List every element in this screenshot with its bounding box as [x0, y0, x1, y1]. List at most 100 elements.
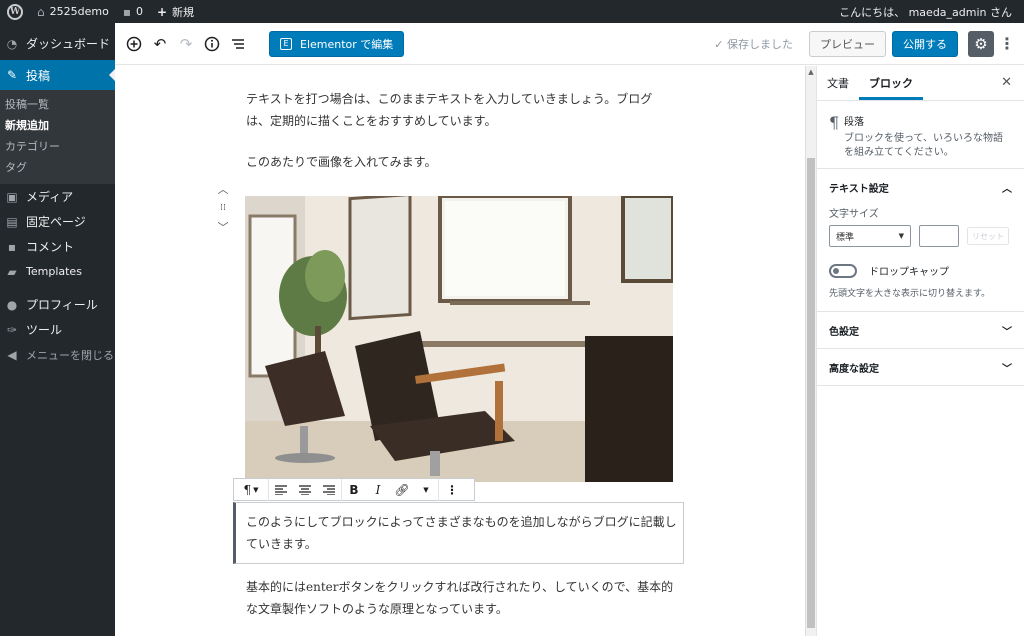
block-toolbar: ¶ ▼ B I 🔗︎ ▼ ⋮ — [233, 478, 475, 501]
sidebar-item-label: ダッシュボード — [26, 37, 111, 51]
sidebar-item-label: コメント — [26, 240, 75, 254]
color-settings-panel: 色設定 ﹀ — [817, 312, 1024, 349]
bold-button[interactable]: B — [342, 479, 366, 501]
chevron-down-icon: ﹀ — [1002, 326, 1012, 338]
gear-icon: ⚙ — [974, 34, 988, 53]
wrench-icon: ✑ — [6, 322, 18, 337]
sidebar-item-tools[interactable]: ✑ ツール — [0, 317, 115, 342]
salon-photo — [245, 196, 673, 482]
align-center-icon — [299, 484, 311, 495]
block-navigation-button[interactable] — [225, 31, 251, 57]
sidebar-item-comments[interactable]: ▪ コメント — [0, 234, 115, 259]
submenu-item-tags[interactable]: タグ — [0, 157, 115, 178]
settings-button[interactable]: ⚙ — [968, 30, 994, 57]
block-options-button[interactable]: ⋮ — [439, 479, 465, 501]
sidebar-item-posts[interactable]: ✎ 投稿 — [0, 60, 115, 90]
align-right-button[interactable] — [317, 479, 341, 501]
drop-cap-help: 先頭文字を大きな表示に切り替えます。 — [829, 289, 991, 299]
account-menu[interactable]: こんにちは、 maeda_admin さん — [832, 0, 1024, 23]
redo-button[interactable]: ↷ — [173, 31, 199, 57]
paragraph-block[interactable]: このあたりで画像を入れてみます。 — [246, 151, 676, 173]
add-block-button[interactable] — [121, 31, 147, 57]
wordpress-logo-button[interactable]: W — [0, 0, 30, 23]
comment-icon: ▪ — [122, 4, 131, 19]
link-icon: 🔗︎ — [394, 482, 410, 497]
new-label: 新規 — [172, 5, 195, 19]
color-settings-toggle[interactable]: 色設定 ﹀ — [817, 312, 1024, 348]
publish-button[interactable]: 公開する — [892, 30, 958, 57]
sidebar-item-label: メディア — [26, 190, 74, 204]
new-content-link[interactable]: + 新規 — [150, 0, 201, 23]
chevron-down-icon: ﹀ — [217, 221, 229, 234]
chevron-down-icon: ﹀ — [1002, 363, 1012, 375]
sidebar-item-pages[interactable]: ▤ 固定ページ — [0, 209, 115, 234]
content-scrollbar[interactable]: ▲ — [805, 66, 816, 636]
site-name-link[interactable]: ⌂ 2525demo — [30, 0, 116, 23]
scroll-up-arrow[interactable]: ▲ — [806, 66, 816, 78]
italic-button[interactable]: I — [366, 479, 390, 501]
collapse-menu-button[interactable]: ◀ メニューを閉じる — [0, 342, 115, 367]
undo-button[interactable]: ↶ — [147, 31, 173, 57]
collapse-menu-label: メニューを閉じる — [26, 348, 114, 362]
more-options-button[interactable]: ⋮ — [998, 31, 1016, 57]
greeting-text: こんにちは、 maeda_admin さん — [839, 5, 1012, 19]
block-mover: ︿ ⁞⁞ ﹀ — [215, 180, 231, 237]
more-formatting-button[interactable]: ▼ — [414, 479, 438, 501]
font-size-value: 標準 — [836, 232, 855, 243]
preview-button[interactable]: プレビュー — [809, 30, 886, 57]
align-center-button[interactable] — [293, 479, 317, 501]
submenu-item-categories[interactable]: カテゴリー — [0, 136, 115, 157]
sidebar-item-media[interactable]: ▣ メディア — [0, 184, 115, 209]
add-block-icon — [126, 36, 142, 51]
comments-link[interactable]: ▪ 0 — [116, 0, 150, 23]
content-info-button[interactable] — [199, 31, 225, 57]
submenu-item-all-posts[interactable]: 投稿一覧 — [0, 94, 115, 115]
advanced-settings-toggle[interactable]: 高度な設定 ﹀ — [817, 349, 1024, 385]
caret-down-icon: ▼ — [253, 485, 259, 494]
more-vertical-icon: ⋮ — [446, 482, 458, 497]
image-block[interactable] — [245, 196, 673, 482]
comment-icon: ▪ — [7, 239, 17, 254]
home-icon: ⌂ — [37, 4, 45, 19]
sidebar-item-templates[interactable]: ▰ Templates — [0, 259, 115, 284]
elementor-button-label: Elementor で編集 — [300, 37, 394, 51]
custom-font-size-input[interactable] — [919, 225, 959, 247]
move-down-button[interactable]: ﹀ — [215, 218, 231, 237]
scrollbar-thumb[interactable] — [807, 158, 815, 628]
dashboard-icon: ◔ — [6, 36, 18, 51]
selected-paragraph-block[interactable]: このようにしてブロックによってさまざまなものを追加しながらブログに記載していきま… — [233, 502, 684, 564]
block-type-switcher[interactable]: ¶ ▼ — [234, 479, 268, 501]
list-icon — [232, 38, 244, 49]
sidebar-item-profile[interactable]: ● プロフィール — [0, 292, 115, 317]
check-icon: ✓ — [714, 37, 724, 51]
admin-bar: W ⌂ 2525demo ▪ 0 + 新規 こんにちは、 maeda_admin… — [0, 0, 1024, 23]
elementor-icon: E — [280, 37, 292, 50]
drop-cap-toggle[interactable] — [829, 263, 857, 278]
edit-with-elementor-button[interactable]: E Elementor で編集 — [269, 30, 405, 57]
tab-document[interactable]: 文書 — [817, 65, 859, 100]
paragraph-block[interactable]: 基本的にはenterボタンをクリックすれば改行されたり、していくので、基本的な文… — [246, 576, 676, 620]
pages-icon: ▤ — [6, 214, 18, 229]
settings-tabs: 文書 ブロック ✕ — [817, 66, 1024, 101]
move-up-button[interactable]: ︿ — [215, 180, 231, 199]
submenu-item-add-new[interactable]: 新規追加 — [0, 115, 115, 136]
drag-handle[interactable]: ⁞⁞ — [215, 199, 231, 218]
align-left-button[interactable] — [269, 479, 293, 501]
sidebar-item-label: 固定ページ — [26, 215, 86, 229]
block-card-title: 段落 — [844, 117, 864, 128]
reset-font-size-button[interactable]: リセット — [967, 227, 1009, 245]
block-card: ¶ 段落 ブロックを使って、いろいろな物語を組み立ててください。 — [817, 101, 1024, 169]
wordpress-logo-icon: W — [7, 3, 23, 20]
saved-status: ✓ 保存しました — [714, 36, 793, 52]
close-settings-button[interactable]: ✕ — [1001, 75, 1012, 90]
tab-block[interactable]: ブロック — [859, 65, 923, 100]
drag-handle-icon: ⁞⁞ — [220, 203, 226, 213]
paragraph-block[interactable]: テキストを打つ場合は、このままテキストを入力していきましょう。ブログは、定期的に… — [246, 88, 676, 132]
link-button[interactable]: 🔗︎ — [390, 479, 414, 501]
font-size-select[interactable]: 標準 ▼ — [829, 225, 911, 247]
align-right-icon — [323, 484, 335, 495]
pilcrow-icon: ¶ — [243, 482, 252, 497]
text-settings-toggle[interactable]: テキスト設定 ︿ — [817, 169, 1024, 205]
sidebar-item-dashboard[interactable]: ◔ ダッシュボード — [0, 31, 115, 56]
paragraph-text[interactable]: このようにしてブロックによってさまざまなものを追加しながらブログに記載していきま… — [246, 511, 678, 555]
